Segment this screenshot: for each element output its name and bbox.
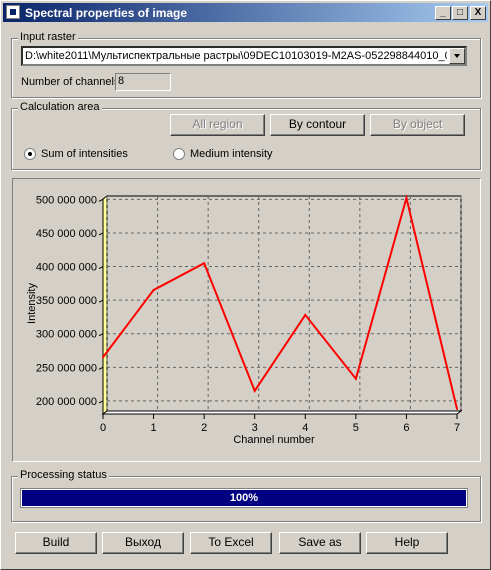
chevron-down-icon[interactable]: [449, 48, 465, 64]
y-tick-label: 250 000 000: [36, 362, 97, 374]
sum-intensities-radio[interactable]: [24, 148, 36, 160]
window-title: Spectral properties of image: [25, 6, 188, 20]
calculation-area-legend: Calculation area: [18, 101, 102, 113]
exit-button[interactable]: Выход: [102, 532, 184, 554]
input-raster-path: D:\white2011\Мультиспектральные растры\0…: [25, 50, 447, 62]
data-point: [354, 377, 357, 380]
by-object-button[interactable]: By object: [370, 114, 465, 136]
x-tick-label: 2: [201, 422, 207, 434]
y-tick-label: 400 000 000: [36, 262, 97, 274]
y-tick: [98, 198, 104, 202]
x-tick-label: 3: [252, 422, 258, 434]
progress-text: 100%: [229, 492, 259, 504]
minimize-button[interactable]: _: [435, 6, 451, 20]
y-tick: [98, 266, 104, 269]
chart-panel: 200 000 000 250 000 000 300 000 000 350 000…: [12, 178, 481, 462]
sum-intensities-label[interactable]: Sum of intensities: [41, 148, 128, 160]
x-axis-label: Channel number: [233, 434, 315, 446]
plot-area: [106, 195, 462, 412]
data-point: [152, 289, 155, 292]
chart-side-wall: [102, 195, 108, 415]
save-as-button[interactable]: Save as: [279, 532, 361, 554]
data-point: [456, 407, 458, 410]
main-window: Spectral properties of image _ □ X Input…: [0, 0, 491, 570]
app-icon: [6, 5, 20, 19]
x-tick-label: 1: [151, 422, 157, 434]
to-excel-button[interactable]: To Excel: [190, 532, 272, 554]
build-button[interactable]: Build: [15, 532, 97, 554]
y-tick-label: 450 000 000: [36, 228, 97, 240]
all-region-button[interactable]: All region: [170, 114, 265, 136]
data-point: [102, 356, 104, 359]
x-tick-label: 0: [100, 422, 106, 434]
intensity-chart: 200 000 000 250 000 000 300 000 000 350 000…: [26, 194, 463, 446]
data-point: [304, 313, 307, 316]
processing-status-legend: Processing status: [18, 469, 109, 481]
y-tick-label: 350 000 000: [36, 295, 97, 307]
y-tick: [98, 232, 104, 236]
data-point: [405, 197, 408, 200]
progress-bar: 100%: [20, 488, 468, 508]
x-tick-label: 7: [454, 422, 460, 434]
x-tick-label: 4: [302, 422, 308, 434]
data-point: [203, 262, 206, 265]
y-tick-label: 500 000 000: [36, 194, 97, 206]
maximize-button[interactable]: □: [452, 6, 468, 20]
y-tick: [98, 400, 104, 404]
chart-floor: [101, 410, 463, 415]
channels-field: 8: [115, 73, 171, 91]
y-tick: [98, 299, 104, 303]
title-bar[interactable]: Spectral properties of image _ □ X: [3, 3, 488, 22]
y-axis-label: Intensity: [26, 283, 38, 324]
y-tick-label: 300 000 000: [36, 329, 97, 341]
medium-intensity-label[interactable]: Medium intensity: [190, 148, 273, 160]
by-contour-button[interactable]: By contour: [270, 114, 365, 136]
medium-intensity-radio[interactable]: [173, 148, 185, 160]
channels-label: Number of channels: [21, 76, 120, 88]
y-tick: [98, 333, 104, 337]
input-raster-combo[interactable]: D:\white2011\Мультиспектральные растры\0…: [21, 46, 467, 66]
x-tick-label: 5: [353, 422, 359, 434]
help-button[interactable]: Help: [366, 532, 448, 554]
y-tick: [98, 366, 104, 370]
input-raster-legend: Input raster: [18, 31, 78, 43]
close-button[interactable]: X: [470, 6, 486, 20]
data-point: [253, 389, 256, 392]
x-tick-label: 6: [403, 422, 409, 434]
y-tick-label: 200 000 000: [36, 396, 97, 408]
